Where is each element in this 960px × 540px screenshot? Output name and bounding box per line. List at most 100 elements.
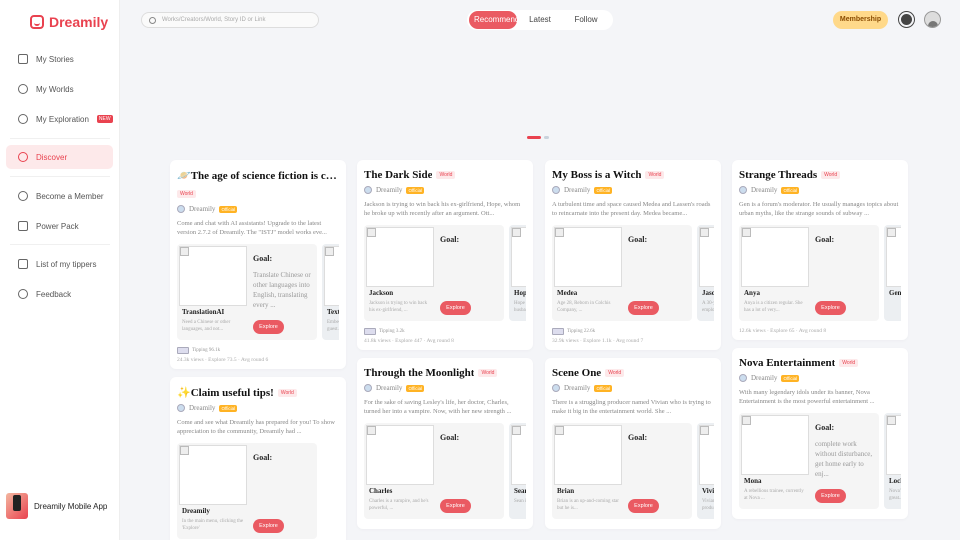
tab-follow[interactable]: Follow bbox=[563, 11, 609, 29]
mobile-app-promo[interactable]: Dreamily Mobile App bbox=[6, 492, 116, 520]
sidebar-item-my-exploration[interactable]: My Exploration NEW bbox=[6, 107, 113, 131]
character-card[interactable]: Jason A 30-y... employ... bbox=[697, 225, 714, 321]
avatar[interactable] bbox=[924, 11, 941, 28]
character-card[interactable]: Loch Nova's... great... bbox=[884, 413, 901, 509]
explore-button[interactable]: Explore bbox=[628, 499, 659, 513]
book-icon bbox=[18, 54, 28, 64]
explore-button[interactable]: Explore bbox=[815, 301, 846, 315]
app-logo[interactable]: Dreamily bbox=[30, 14, 108, 30]
explore-button[interactable]: Explore bbox=[440, 301, 471, 315]
character-card[interactable]: Goal: complete work without disturbance, … bbox=[739, 413, 879, 509]
story-title[interactable]: Strange Threads World bbox=[739, 169, 901, 181]
sidebar-item-label: My Worlds bbox=[36, 84, 74, 94]
official-badge: Official bbox=[781, 186, 800, 194]
story-author[interactable]: Dreamily Official bbox=[552, 186, 714, 194]
story-card[interactable]: My Boss is a Witch World Dreamily Official A… bbox=[545, 160, 721, 350]
character-card[interactable]: Gen bbox=[884, 225, 901, 321]
globe-icon bbox=[18, 84, 28, 94]
tab-recommend[interactable]: Recommend bbox=[469, 11, 519, 29]
tipping-count: Tipping 22.6k bbox=[567, 329, 596, 334]
character-card[interactable]: Goal: Translate Chinese or other language… bbox=[177, 244, 317, 340]
story-title[interactable]: Scene One World bbox=[552, 367, 714, 379]
search-input[interactable]: Works/Creators/World, Story ID or Link bbox=[141, 12, 319, 28]
sidebar-item-become-member[interactable]: Become a Member bbox=[6, 184, 113, 208]
character-card[interactable]: Goal: Explore Brian Brian is an up-and-comi… bbox=[552, 423, 692, 519]
author-avatar bbox=[739, 186, 747, 194]
character-card[interactable]: Goal: Explore Charles Charles is a vampire,… bbox=[364, 423, 504, 519]
character-card[interactable]: Vivian Vivian... produ... bbox=[697, 423, 714, 519]
character-image bbox=[741, 415, 809, 475]
phone-icon bbox=[6, 493, 28, 519]
character-name: Jason bbox=[702, 289, 714, 297]
tipping-count: Tipping 3.2k bbox=[379, 329, 405, 334]
story-card[interactable]: Strange Threads World Dreamily Official Gen … bbox=[732, 160, 908, 340]
sidebar-item-tippers[interactable]: List of my tippers bbox=[6, 252, 113, 276]
sidebar-item-discover[interactable]: Discover bbox=[6, 145, 113, 169]
story-card[interactable]: ✨Claim useful tips! World Dreamily Official… bbox=[170, 377, 346, 540]
carousel-dot[interactable] bbox=[544, 136, 549, 139]
story-author[interactable]: Dreamily Official bbox=[177, 404, 339, 412]
power-icon bbox=[18, 221, 28, 231]
story-author[interactable]: Dreamily Official bbox=[552, 384, 714, 392]
character-card[interactable]: Goal: Explore Medea Age 28, Reborn in Colch… bbox=[552, 225, 692, 321]
theme-toggle-icon[interactable] bbox=[901, 14, 912, 25]
character-description: Embed... guest... word... bbox=[327, 320, 339, 332]
character-card[interactable]: TextA Embed... guest... word... bbox=[322, 244, 339, 340]
story-title[interactable]: The Dark Side World bbox=[364, 169, 526, 181]
explore-button[interactable]: Explore bbox=[628, 301, 659, 315]
sidebar-item-my-stories[interactable]: My Stories bbox=[6, 47, 113, 71]
character-name: Anya bbox=[744, 289, 760, 297]
story-author[interactable]: Dreamily Official bbox=[364, 186, 526, 194]
top-bar: Works/Creators/World, Story ID or Link R… bbox=[121, 0, 960, 40]
story-title-text: My Boss is a Witch bbox=[552, 169, 642, 181]
story-card[interactable]: Scene One World Dreamily Official There is a… bbox=[545, 358, 721, 529]
character-card[interactable]: Goal: Explore Anya Anya is a citizen regula… bbox=[739, 225, 879, 321]
story-card[interactable]: The Dark Side World Dreamily Official Jackso… bbox=[357, 160, 533, 350]
explore-button[interactable]: Explore bbox=[253, 519, 284, 533]
membership-button[interactable]: Membership bbox=[833, 11, 888, 29]
story-author[interactable]: Dreamily Official bbox=[739, 374, 901, 382]
character-card[interactable]: Goal: Explore Dreamily In the main menu, cl… bbox=[177, 443, 317, 539]
search-icon bbox=[149, 16, 156, 24]
goal-title: Goal: bbox=[628, 433, 648, 442]
character-image bbox=[699, 227, 714, 287]
character-card[interactable]: Hope Hope n... husba... bbox=[509, 225, 526, 321]
story-author[interactable]: Dreamily Official bbox=[177, 205, 339, 213]
character-description: In the main menu, clicking the 'Explore' bbox=[182, 519, 244, 531]
character-name: Vivian bbox=[702, 487, 714, 495]
goal-text: Translate Chinese or other languages int… bbox=[253, 271, 311, 310]
explore-button[interactable]: Explore bbox=[253, 320, 284, 334]
story-card[interactable]: Through the Moonlight World Dreamily Offici… bbox=[357, 358, 533, 529]
divider bbox=[10, 176, 110, 177]
sidebar-item-feedback[interactable]: Feedback bbox=[6, 282, 113, 306]
story-card[interactable]: Nova Entertainment World Dreamily Official W… bbox=[732, 348, 908, 519]
character-description: Anya is a citizen regular. She has a lot… bbox=[744, 301, 803, 313]
explore-button[interactable]: Explore bbox=[815, 489, 846, 503]
sidebar-item-power-pack[interactable]: Power Pack bbox=[6, 214, 113, 238]
story-author[interactable]: Dreamily Official bbox=[739, 186, 901, 194]
world-tag: World bbox=[436, 171, 456, 179]
story-title[interactable]: Nova Entertainment World bbox=[739, 357, 901, 369]
character-name: Sean bbox=[514, 487, 526, 495]
author-name: Dreamily bbox=[376, 186, 403, 194]
sidebar-item-label: My Stories bbox=[36, 54, 74, 64]
sidebar-item-label: My Exploration bbox=[36, 114, 89, 124]
character-name: Mona bbox=[744, 477, 762, 485]
feedback-icon bbox=[18, 289, 28, 299]
story-title[interactable]: Through the Moonlight World bbox=[364, 367, 526, 379]
tipper-avatars bbox=[552, 328, 564, 335]
character-card[interactable]: Goal: Explore Jackson Jackson is trying to … bbox=[364, 225, 504, 321]
goal-title: Goal: bbox=[440, 235, 460, 244]
divider bbox=[10, 138, 110, 139]
character-card[interactable]: Sean Sean is... you... bbox=[509, 423, 526, 519]
story-title[interactable]: 🪐The age of science fiction is comi... bbox=[177, 169, 339, 182]
tab-latest[interactable]: Latest bbox=[517, 11, 563, 29]
story-author[interactable]: Dreamily Official bbox=[364, 384, 526, 392]
explore-button[interactable]: Explore bbox=[440, 499, 471, 513]
sidebar-item-my-worlds[interactable]: My Worlds bbox=[6, 77, 113, 101]
story-title[interactable]: ✨Claim useful tips! World bbox=[177, 386, 339, 399]
story-card[interactable]: 🪐The age of science fiction is comi... Wo… bbox=[170, 160, 346, 369]
carousel-dot-active[interactable] bbox=[527, 136, 541, 139]
character-row: Goal: Explore Medea Age 28, Reborn in Colch… bbox=[552, 225, 714, 325]
story-title[interactable]: My Boss is a Witch World bbox=[552, 169, 714, 181]
